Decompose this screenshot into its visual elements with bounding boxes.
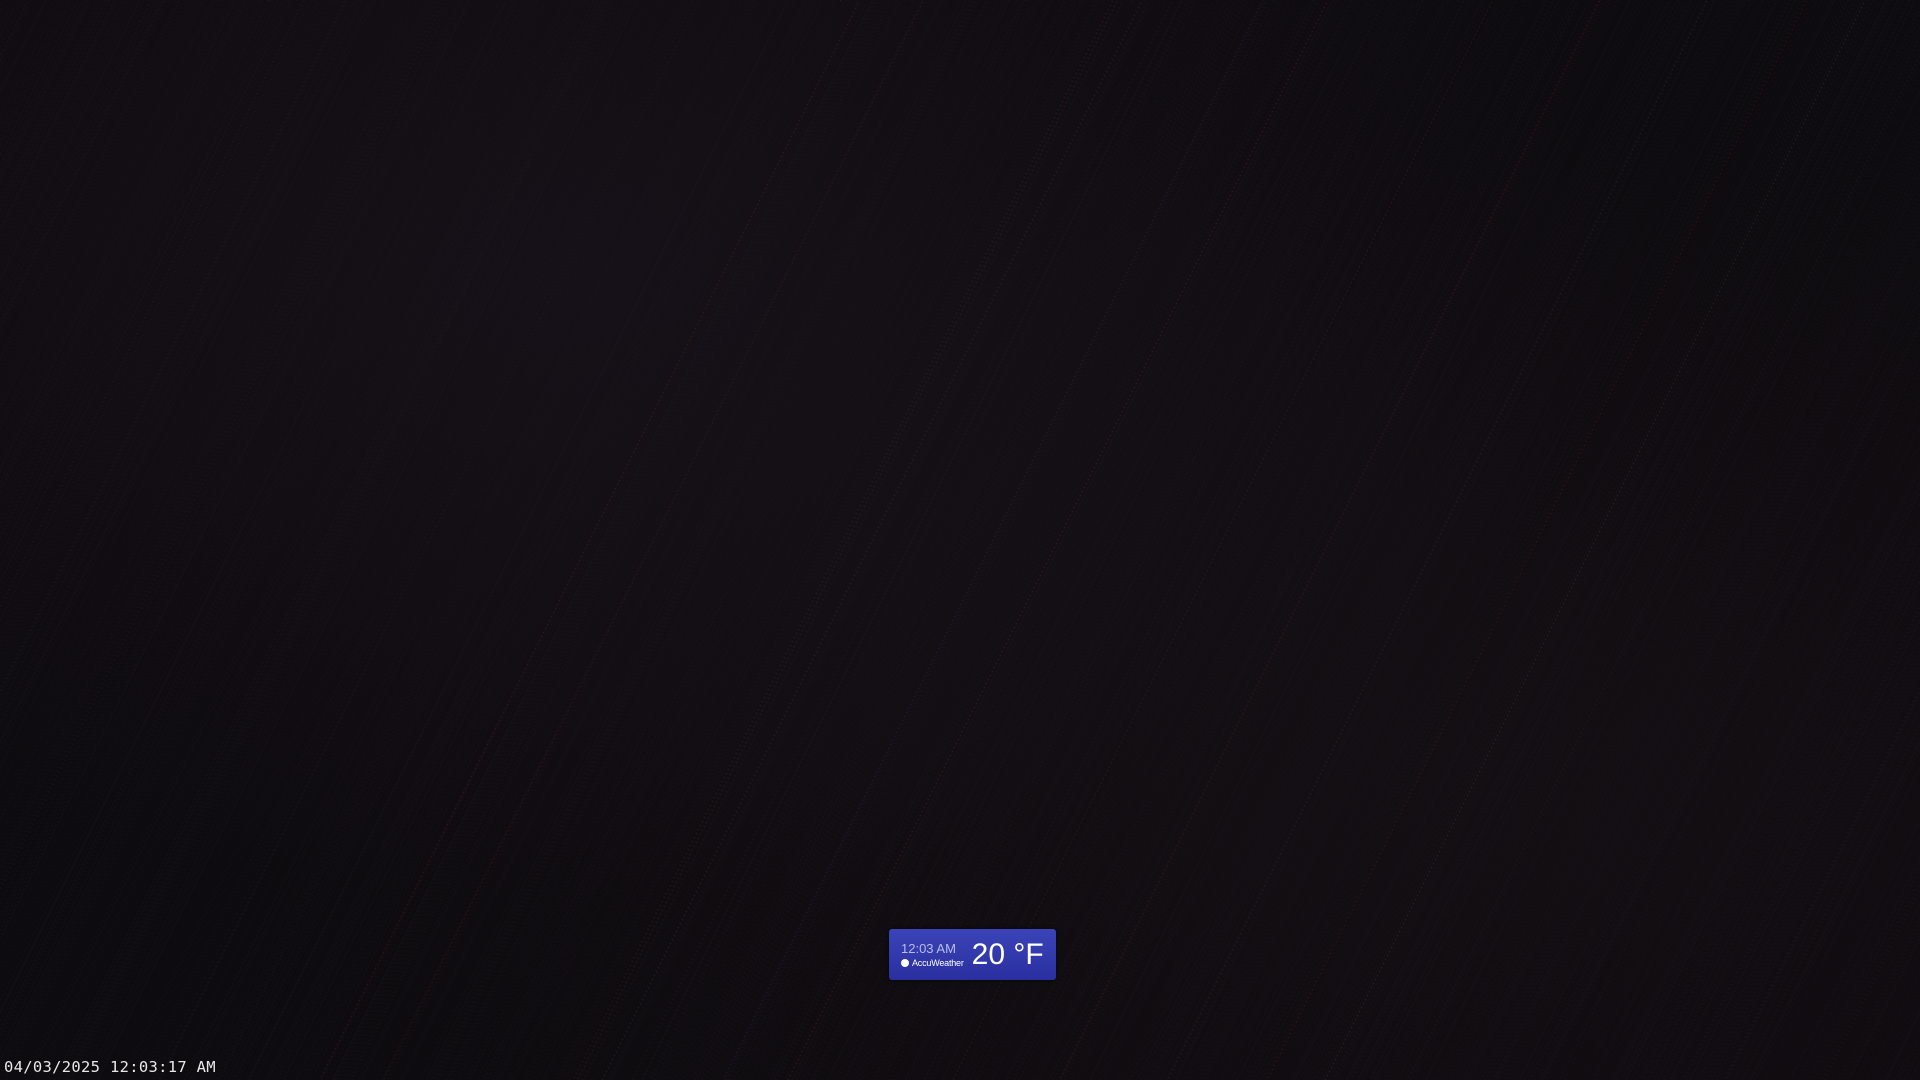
accuweather-sun-icon — [901, 959, 909, 967]
weather-temperature: 20 °F — [971, 937, 1044, 971]
weather-widget: 12:03 AM AccuWeather 20 °F — [889, 929, 1056, 980]
webcam-scene: 12:03 AM AccuWeather 20 °F 04/03/2025 12… — [0, 0, 1920, 1080]
weather-brand: AccuWeather — [901, 958, 964, 968]
night-sky-noise — [0, 0, 1920, 1080]
camera-timestamp: 04/03/2025 12:03:17 AM — [4, 1058, 216, 1076]
weather-brand-name: AccuWeather — [912, 958, 964, 968]
weather-time: 12:03 AM — [901, 941, 956, 956]
weather-widget-info: 12:03 AM AccuWeather — [901, 941, 964, 968]
